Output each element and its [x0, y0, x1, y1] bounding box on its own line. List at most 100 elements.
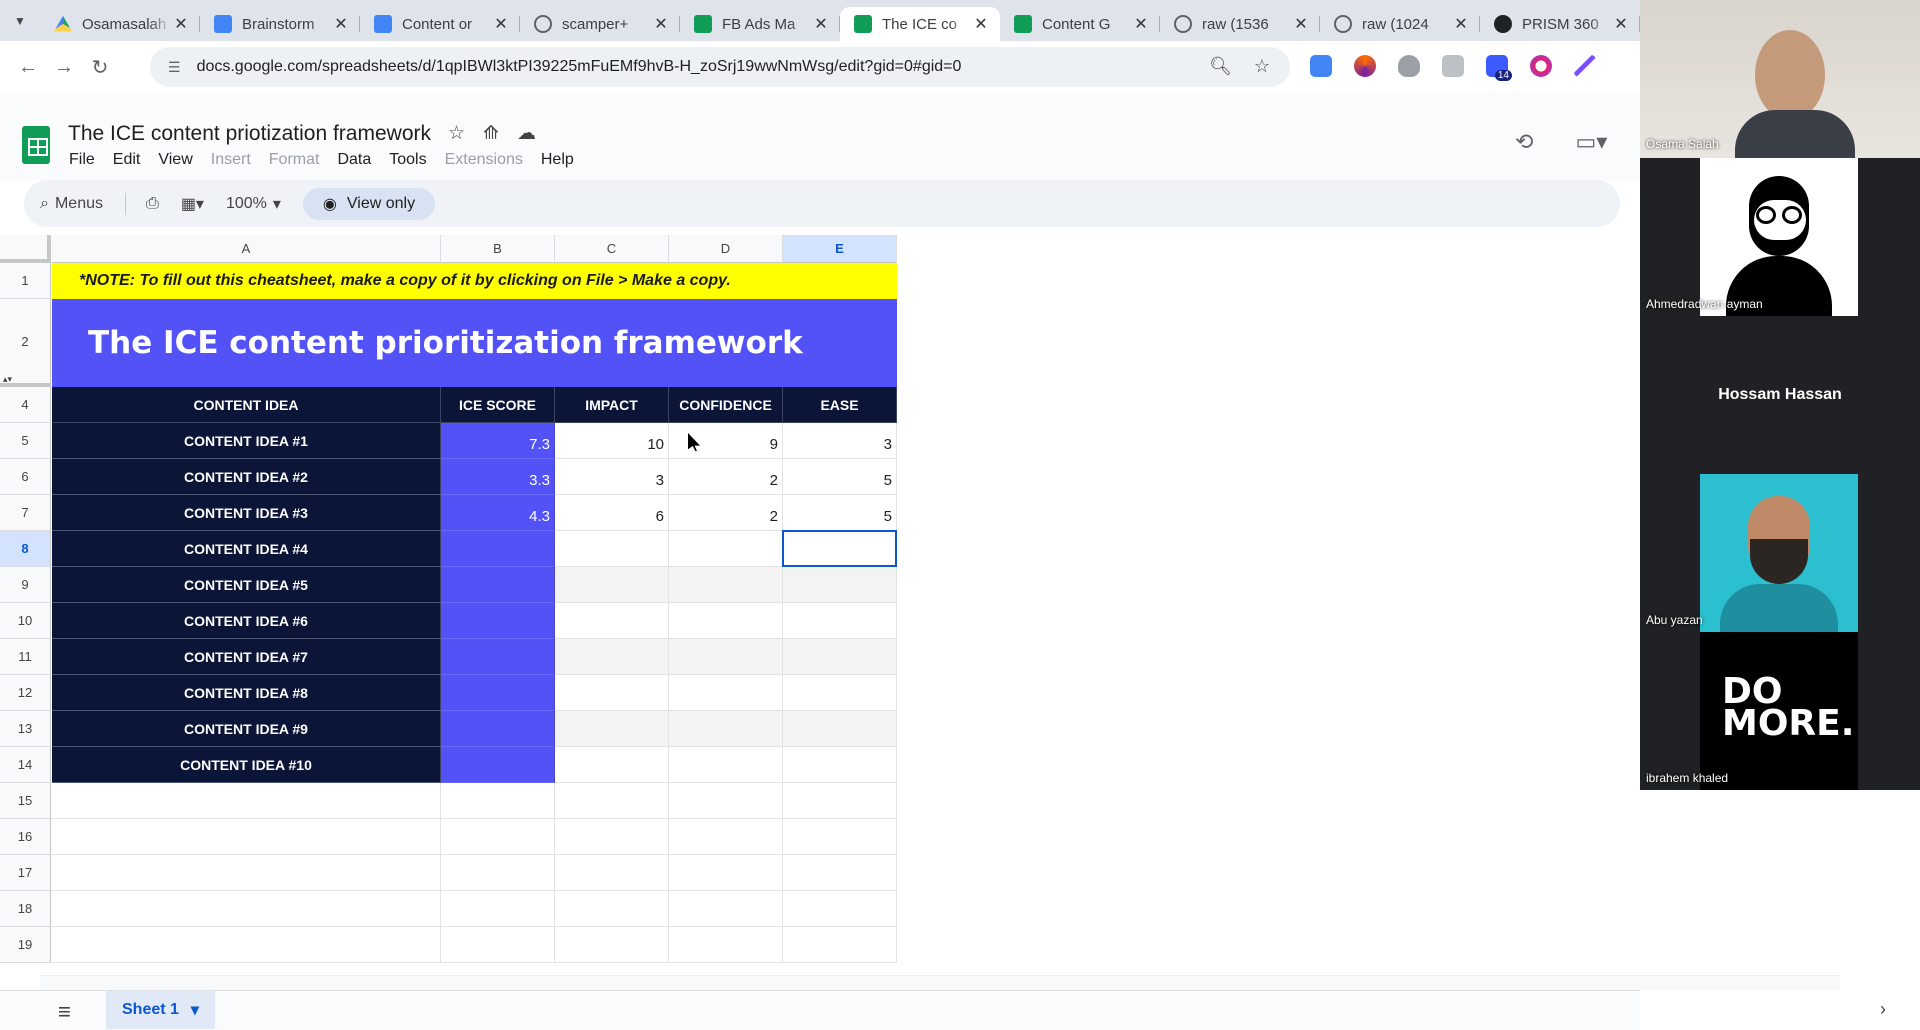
ice-score-cell[interactable]: [441, 711, 555, 747]
tab-search-icon[interactable]: ▼: [0, 0, 40, 41]
empty-cell[interactable]: [783, 783, 897, 819]
row-header[interactable]: 14: [0, 747, 51, 783]
browser-tab[interactable]: Osamasalah ✕: [40, 7, 200, 41]
browser-tab[interactable]: raw (1024 ✕: [1320, 7, 1480, 41]
zoom-select[interactable]: 100% ▾: [226, 194, 281, 214]
ice-score-cell[interactable]: 3.3: [441, 459, 555, 495]
empty-cell[interactable]: [555, 819, 669, 855]
empty-cell[interactable]: [669, 855, 783, 891]
ice-score-cell[interactable]: [441, 531, 555, 567]
paint-format-icon[interactable]: ▦▾: [181, 194, 204, 214]
browser-tab[interactable]: Content or ✕: [360, 7, 520, 41]
forward-icon[interactable]: →: [46, 56, 82, 79]
row-header[interactable]: 6: [0, 459, 51, 495]
value-cell[interactable]: 5: [783, 495, 897, 531]
content-idea-cell[interactable]: CONTENT IDEA #9: [52, 711, 441, 747]
content-idea-cell[interactable]: CONTENT IDEA #1: [52, 423, 441, 459]
close-icon[interactable]: ✕: [972, 14, 990, 34]
row-header[interactable]: 11: [0, 639, 51, 675]
close-icon[interactable]: ✕: [172, 14, 190, 34]
row-header[interactable]: 1: [0, 263, 51, 299]
value-cell[interactable]: 6: [555, 495, 669, 531]
note-cell[interactable]: *NOTE: To fill out this cheatsheet, make…: [52, 263, 897, 299]
translate-extension-icon[interactable]: [1310, 55, 1332, 77]
content-idea-cell[interactable]: CONTENT IDEA #2: [52, 459, 441, 495]
browser-tab[interactable]: Content G ✕: [1000, 7, 1160, 41]
empty-cell[interactable]: [52, 783, 441, 819]
code-extension-icon[interactable]: [1442, 55, 1464, 77]
row-header[interactable]: 8: [0, 531, 51, 567]
menu-item-data[interactable]: Data: [328, 151, 380, 169]
close-icon[interactable]: ✕: [332, 14, 350, 34]
meet-camera-icon[interactable]: ▭▾: [1575, 129, 1607, 155]
value-cell[interactable]: [669, 711, 783, 747]
menu-item-edit[interactable]: Edit: [104, 151, 150, 169]
menu-item-extensions[interactable]: Extensions: [436, 151, 532, 169]
browser-tab[interactable]: PRISM 360 ✕: [1480, 7, 1640, 41]
row-header[interactable]: 18: [0, 891, 51, 927]
table-header-cell[interactable]: CONFIDENCE: [669, 387, 783, 423]
empty-cell[interactable]: [669, 783, 783, 819]
all-sheets-menu-icon[interactable]: ≡: [58, 999, 71, 1025]
empty-cell[interactable]: [555, 927, 669, 963]
value-cell[interactable]: 2: [669, 495, 783, 531]
content-idea-cell[interactable]: CONTENT IDEA #4: [52, 531, 441, 567]
pen-extension-icon[interactable]: [1574, 55, 1596, 77]
empty-cell[interactable]: [52, 819, 441, 855]
bookmark-star-icon[interactable]: ☆: [1254, 56, 1270, 77]
document-title[interactable]: The ICE content priotization framework: [68, 122, 431, 146]
empty-cell[interactable]: [441, 819, 555, 855]
value-cell[interactable]: [783, 639, 897, 675]
banner-title[interactable]: The ICE content prioritization framework: [52, 299, 897, 387]
value-cell[interactable]: [555, 747, 669, 783]
empty-cell[interactable]: [555, 891, 669, 927]
column-header[interactable]: D: [669, 235, 783, 263]
empty-cell[interactable]: [52, 891, 441, 927]
empty-cell[interactable]: [783, 927, 897, 963]
star-icon[interactable]: ☆: [448, 122, 465, 145]
row-header[interactable]: 4: [0, 387, 51, 423]
value-cell[interactable]: 3: [783, 423, 897, 459]
ice-score-cell[interactable]: 4.3: [441, 495, 555, 531]
table-header-cell[interactable]: IMPACT: [555, 387, 669, 423]
menu-item-insert[interactable]: Insert: [202, 151, 260, 169]
value-cell[interactable]: [669, 675, 783, 711]
browser-tab[interactable]: raw (1536 ✕: [1160, 7, 1320, 41]
sheet-tab[interactable]: Sheet 1 ▾: [106, 991, 215, 1029]
empty-cell[interactable]: [669, 819, 783, 855]
empty-cell[interactable]: [669, 927, 783, 963]
shield-extension-icon[interactable]: [1398, 55, 1420, 77]
row-header[interactable]: 15: [0, 783, 51, 819]
horizontal-scrollbar[interactable]: [40, 975, 1840, 990]
empty-cell[interactable]: [669, 891, 783, 927]
ice-score-cell[interactable]: 7.3: [441, 423, 555, 459]
site-info-icon[interactable]: ☰: [168, 59, 181, 76]
empty-cell[interactable]: [441, 855, 555, 891]
value-cell[interactable]: [669, 747, 783, 783]
close-icon[interactable]: ✕: [652, 14, 670, 34]
ice-score-cell[interactable]: [441, 603, 555, 639]
value-cell[interactable]: 5: [783, 459, 897, 495]
row-header[interactable]: 12: [0, 675, 51, 711]
reload-icon[interactable]: ↻: [82, 55, 118, 80]
menu-item-view[interactable]: View: [149, 151, 201, 169]
print-icon[interactable]: ⎙: [146, 195, 159, 213]
version-history-icon[interactable]: ⟲: [1515, 129, 1533, 155]
close-icon[interactable]: ✕: [492, 14, 510, 34]
column-header[interactable]: C: [555, 235, 669, 263]
chevron-down-icon[interactable]: ▾: [191, 1000, 199, 1020]
value-cell[interactable]: [555, 603, 669, 639]
value-cell[interactable]: [669, 531, 783, 567]
row-header[interactable]: 10: [0, 603, 51, 639]
view-only-button[interactable]: ◉ View only: [302, 187, 436, 220]
column-header[interactable]: E: [783, 235, 897, 263]
close-icon[interactable]: ✕: [1132, 14, 1150, 34]
row-header[interactable]: 17: [0, 855, 51, 891]
close-icon[interactable]: ✕: [1292, 14, 1310, 34]
extension-icon[interactable]: [1354, 55, 1376, 77]
value-cell[interactable]: [783, 711, 897, 747]
value-cell[interactable]: [669, 567, 783, 603]
ice-score-cell[interactable]: [441, 747, 555, 783]
zoom-icon[interactable]: 🔍︎: [1209, 56, 1232, 77]
spreadsheet-grid[interactable]: A B C D E 1 2 4 5 6 7 8 9 10 11 12 13 14 15 16 17 18 19 *NOTE: …: [0, 235, 1640, 975]
